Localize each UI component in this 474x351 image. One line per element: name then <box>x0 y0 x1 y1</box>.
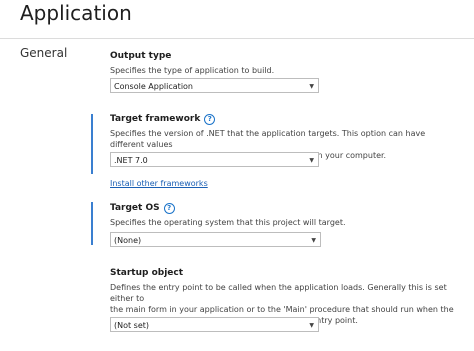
target-framework-accent <box>91 114 93 174</box>
startup-object-desc-line2: the main form in your application or to … <box>110 305 454 314</box>
help-circle-icon[interactable]: ? <box>204 114 216 125</box>
chevron-down-icon: ▼ <box>309 322 314 329</box>
section-general: General <box>20 46 68 60</box>
page-title: Application <box>20 1 132 25</box>
title-divider <box>0 38 474 39</box>
chevron-down-icon: ▼ <box>309 157 314 164</box>
output-type-value: Console Application <box>114 82 193 91</box>
target-os-group: Target OS ? Specifies the operating syst… <box>110 202 460 228</box>
target-framework-heading: Target framework ? <box>110 113 460 126</box>
output-type-group: Output type Specifies the type of applic… <box>110 50 460 76</box>
target-os-dropdown[interactable]: (None) ▼ <box>110 232 321 247</box>
target-os-description: Specifies the operating system that this… <box>110 218 346 227</box>
output-type-label: Output type <box>110 51 172 61</box>
help-circle-icon[interactable]: ? <box>163 203 175 214</box>
target-framework-value: .NET 7.0 <box>114 156 148 165</box>
install-frameworks-link[interactable]: Install other frameworks <box>110 179 208 188</box>
output-type-dropdown[interactable]: Console Application ▼ <box>110 78 319 93</box>
target-framework-dropdown[interactable]: .NET 7.0 ▼ <box>110 152 319 167</box>
output-type-heading: Output type <box>110 50 460 63</box>
startup-object-desc-line1: Defines the entry point to be called whe… <box>110 283 447 303</box>
startup-object-dropdown[interactable]: (Not set) ▼ <box>110 317 319 332</box>
startup-object-label: Startup object <box>110 268 184 278</box>
chevron-down-icon: ▼ <box>309 83 314 90</box>
target-os-heading: Target OS ? <box>110 202 460 215</box>
target-framework-label: Target framework <box>110 114 201 124</box>
target-os-value: (None) <box>114 236 142 245</box>
target-os-accent <box>91 202 93 245</box>
startup-object-heading: Startup object <box>110 267 460 280</box>
target-os-label: Target OS <box>110 203 160 213</box>
chevron-down-icon: ▼ <box>311 237 316 244</box>
startup-object-value: (Not set) <box>114 321 150 330</box>
target-framework-desc-line1: Specifies the version of .NET that the a… <box>110 129 426 149</box>
output-type-description: Specifies the type of application to bui… <box>110 66 275 75</box>
